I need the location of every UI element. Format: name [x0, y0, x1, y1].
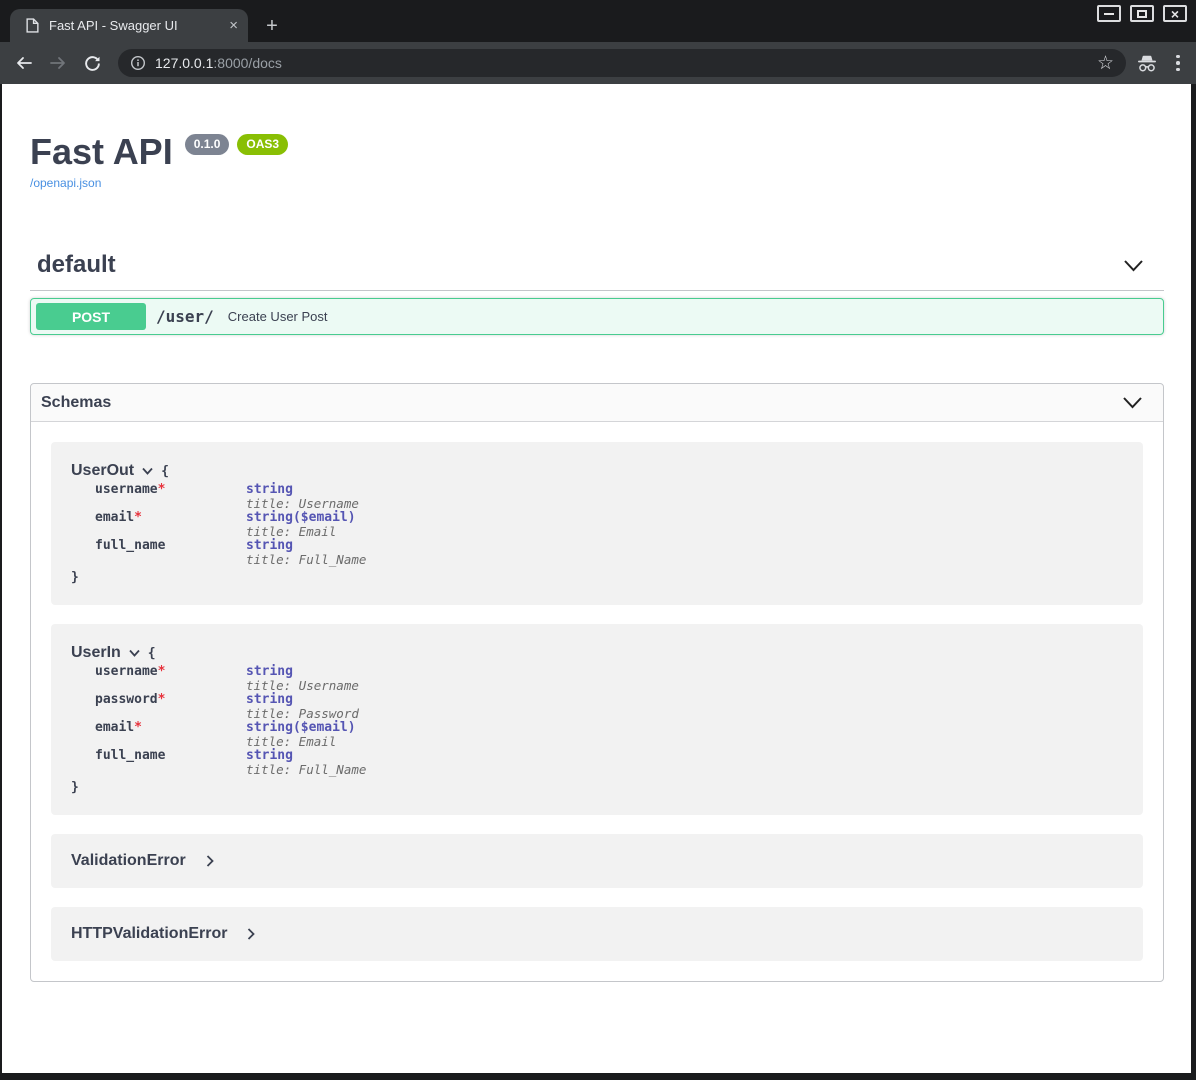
- model-toggle-UserOut[interactable]: UserOut {: [71, 462, 1123, 480]
- property-username: username*stringtitle: Username: [95, 483, 1123, 511]
- back-button[interactable]: [10, 49, 38, 77]
- browser-toolbar: 127.0.0.1:8000/docs ☆: [0, 42, 1196, 84]
- minimize-button[interactable]: [1097, 5, 1121, 22]
- model-ValidationError: ValidationError: [51, 834, 1143, 888]
- required-star: *: [134, 510, 142, 525]
- incognito-icon: [1136, 54, 1158, 73]
- close-window-button[interactable]: ×: [1163, 5, 1187, 22]
- close-brace: }: [71, 570, 1123, 585]
- model-toggle-ValidationError[interactable]: ValidationError: [71, 852, 214, 870]
- property-type: string: [246, 749, 366, 763]
- property-full_name: full_namestringtitle: Full_Name: [95, 539, 1123, 567]
- schemas-section: Schemas UserOut{username*stringtitle: Us…: [30, 383, 1164, 982]
- chevron-right-icon[interactable]: [247, 928, 255, 940]
- property-type: string($email): [246, 511, 356, 525]
- oas3-badge: OAS3: [237, 134, 288, 155]
- openapi-json-link[interactable]: /openapi.json: [30, 176, 101, 190]
- section-divider: [30, 290, 1164, 291]
- forward-button[interactable]: [44, 49, 72, 77]
- endpoint-summary: Create User Post: [228, 309, 328, 324]
- model-HTTPValidationError: HTTPValidationError: [51, 907, 1143, 961]
- url-host: 127.0.0.1: [155, 55, 213, 71]
- method-badge: POST: [36, 303, 146, 330]
- api-title: Fast API: [30, 131, 173, 173]
- model-name: UserOut: [71, 462, 134, 480]
- chevron-down-icon[interactable]: [142, 467, 153, 475]
- close-brace: }: [71, 780, 1123, 795]
- property-full_name: full_namestringtitle: Full_Name: [95, 749, 1123, 777]
- property-title: title: Email: [246, 525, 356, 539]
- model-UserOut: UserOut{username*stringtitle: Usernameem…: [51, 442, 1143, 605]
- required-star: *: [158, 692, 166, 707]
- api-info: Fast API 0.1.0 OAS3 /openapi.json: [30, 84, 1164, 192]
- maximize-button[interactable]: [1130, 5, 1154, 22]
- browser-titlebar: Fast API - Swagger UI × + ×: [0, 0, 1196, 42]
- property-title: title: Email: [246, 735, 356, 749]
- property-name: email*: [95, 721, 246, 749]
- star-icon[interactable]: ☆: [1097, 54, 1114, 73]
- model-name: HTTPValidationError: [71, 925, 227, 943]
- browser-tab[interactable]: Fast API - Swagger UI ×: [10, 9, 248, 42]
- required-star: *: [158, 482, 166, 497]
- model-name: ValidationError: [71, 852, 186, 870]
- chevron-right-icon[interactable]: [206, 855, 214, 867]
- url-text[interactable]: 127.0.0.1:8000/docs: [155, 55, 282, 71]
- property-name: username*: [95, 665, 246, 693]
- model-properties: username*stringtitle: Usernamepassword*s…: [95, 665, 1123, 777]
- endpoint-post-user[interactable]: POST /user/ Create User Post: [30, 298, 1164, 335]
- property-name: full_name: [95, 749, 246, 777]
- browser-window: Fast API - Swagger UI × + × 127.0.0.1:80…: [0, 0, 1196, 1080]
- property-title: title: Username: [246, 679, 359, 693]
- chevron-down-icon[interactable]: [129, 649, 140, 657]
- property-password: password*stringtitle: Password: [95, 693, 1123, 721]
- property-name: username*: [95, 483, 246, 511]
- required-star: *: [158, 664, 166, 679]
- model-name: UserIn: [71, 644, 121, 662]
- chevron-down-icon[interactable]: [1123, 259, 1144, 272]
- chevron-down-icon[interactable]: [1122, 396, 1143, 409]
- model-properties: username*stringtitle: Usernameemail*stri…: [95, 483, 1123, 567]
- required-star: *: [134, 720, 142, 735]
- endpoint-path: /user/: [156, 307, 214, 326]
- tab-title: Fast API - Swagger UI: [49, 18, 223, 33]
- open-brace: {: [148, 646, 156, 661]
- property-username: username*stringtitle: Username: [95, 665, 1123, 693]
- schemas-models: UserOut{username*stringtitle: Usernameem…: [31, 422, 1163, 981]
- schemas-title: Schemas: [41, 394, 1122, 412]
- info-icon[interactable]: [130, 55, 146, 71]
- property-name: password*: [95, 693, 246, 721]
- tab-close-icon[interactable]: ×: [229, 18, 238, 33]
- document-icon: [26, 18, 39, 33]
- schemas-header[interactable]: Schemas: [31, 384, 1163, 422]
- reload-button[interactable]: [78, 49, 106, 77]
- property-title: title: Username: [246, 497, 359, 511]
- property-type: string($email): [246, 721, 356, 735]
- version-badge: 0.1.0: [185, 134, 230, 155]
- property-title: title: Full_Name: [246, 763, 366, 777]
- property-name: full_name: [95, 539, 246, 567]
- property-type: string: [246, 665, 359, 679]
- new-tab-button[interactable]: +: [260, 14, 284, 38]
- property-type: string: [246, 693, 359, 707]
- property-email: email*string($email)title: Email: [95, 721, 1123, 749]
- property-title: title: Password: [246, 707, 359, 721]
- model-UserIn: UserIn{username*stringtitle: Usernamepas…: [51, 624, 1143, 815]
- open-brace: {: [161, 464, 169, 479]
- property-title: title: Full_Name: [246, 553, 366, 567]
- address-bar[interactable]: 127.0.0.1:8000/docs ☆: [118, 49, 1126, 77]
- browser-menu-icon[interactable]: [1174, 53, 1182, 74]
- property-name: email*: [95, 511, 246, 539]
- property-email: email*string($email)title: Email: [95, 511, 1123, 539]
- tag-title: default: [37, 251, 1123, 279]
- property-type: string: [246, 483, 359, 497]
- model-toggle-HTTPValidationError[interactable]: HTTPValidationError: [71, 925, 255, 943]
- tag-default-header[interactable]: default: [30, 251, 1164, 279]
- swagger-page: Fast API 0.1.0 OAS3 /openapi.json defaul…: [2, 84, 1191, 1073]
- model-toggle-UserIn[interactable]: UserIn {: [71, 644, 1123, 662]
- property-type: string: [246, 539, 366, 553]
- url-path: :8000/docs: [213, 55, 282, 71]
